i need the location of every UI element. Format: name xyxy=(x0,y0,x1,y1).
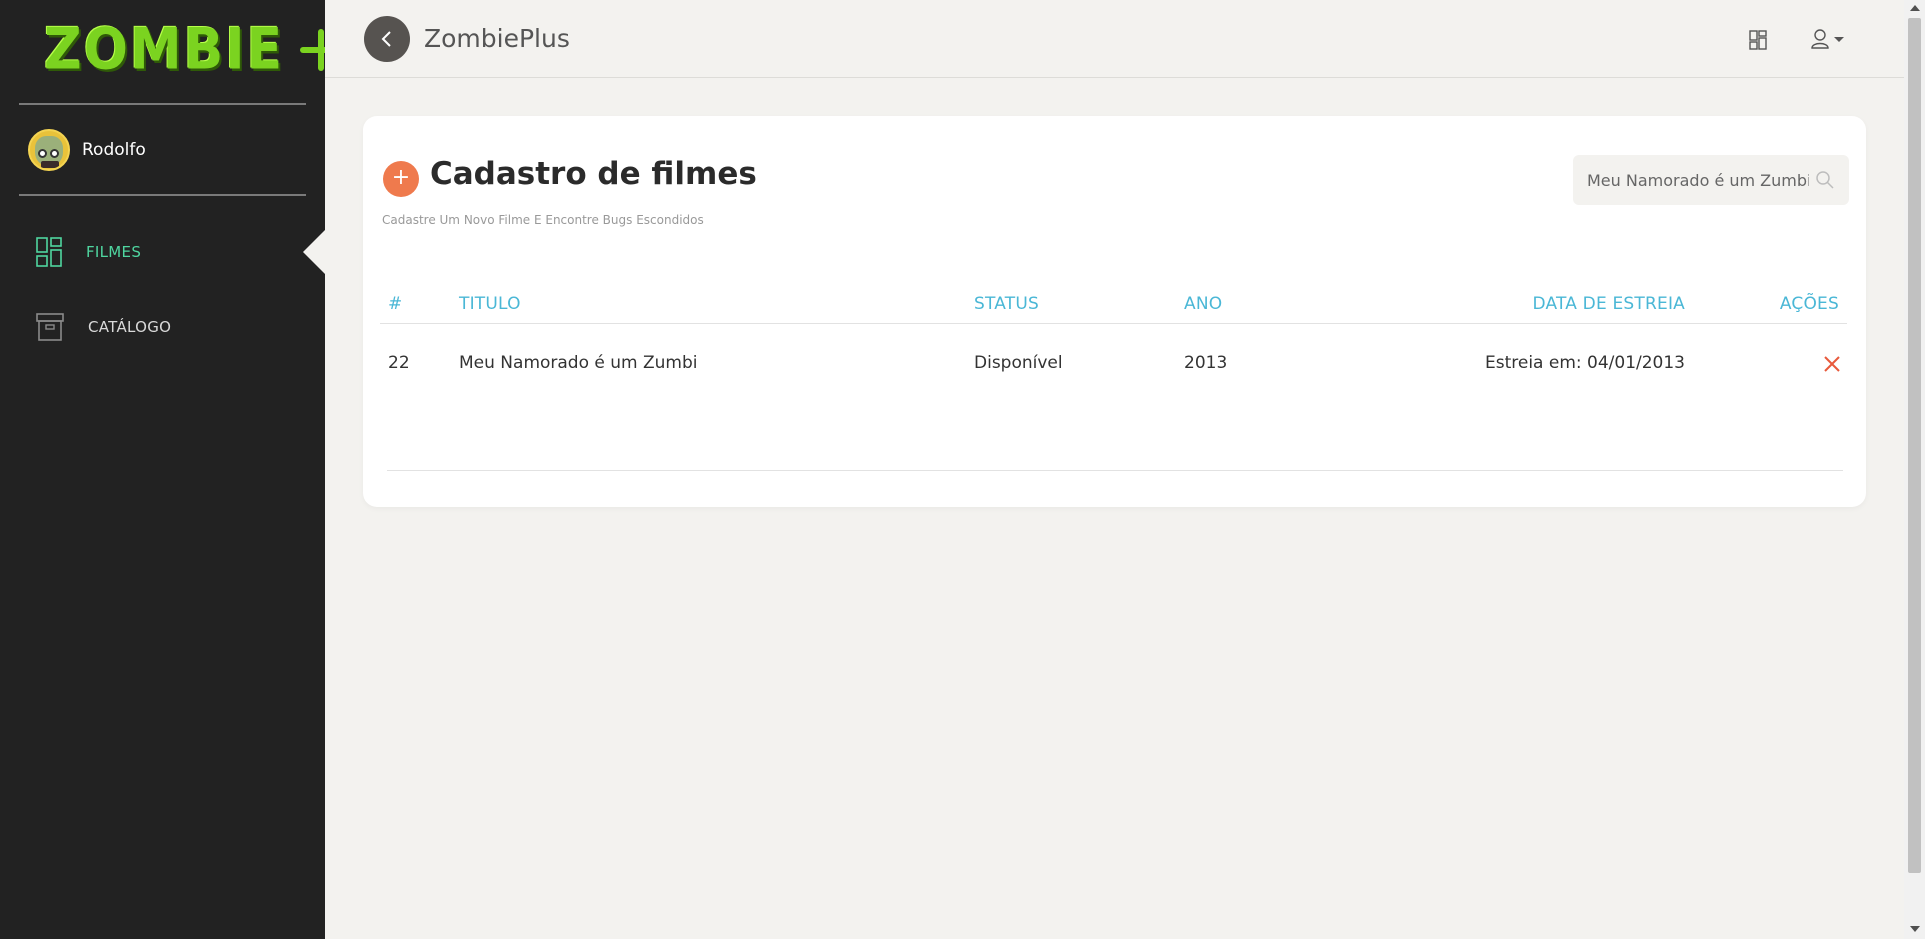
column-header-status: STATUS xyxy=(974,294,1039,314)
scroll-thumb[interactable] xyxy=(1908,18,1921,873)
sidebar-item-label: FILMES xyxy=(86,243,142,261)
active-indicator xyxy=(303,230,325,274)
column-header-release-date: DATA DE ESTREIA xyxy=(1532,294,1685,314)
scroll-down-arrow-icon[interactable] xyxy=(1910,926,1920,932)
add-movie-button[interactable]: + xyxy=(383,161,419,197)
back-button[interactable] xyxy=(364,16,410,62)
sidebar: ZOMBIE Rodolfo FILMES CATÁLOGO xyxy=(0,0,343,939)
top-bar: ZombiePlus xyxy=(325,0,1904,78)
column-header-title: TITULO xyxy=(459,294,521,314)
column-header-id: # xyxy=(388,294,403,314)
archive-box-icon xyxy=(36,313,64,341)
user-profile: Rodolfo xyxy=(28,128,146,172)
movies-card: + Cadastro de filmes Cadastre Um Novo Fi… xyxy=(363,116,1866,507)
user-icon xyxy=(1811,29,1829,49)
page-scrollbar[interactable] xyxy=(1904,0,1925,939)
cell-status: Disponível xyxy=(974,353,1063,373)
card-subtitle: Cadastre Um Novo Filme E Encontre Bugs E… xyxy=(382,213,704,227)
page-title: ZombiePlus xyxy=(424,24,570,53)
sidebar-item-label: CATÁLOGO xyxy=(88,318,172,336)
zombieplus-logo[interactable]: ZOMBIE xyxy=(44,16,343,84)
delete-icon[interactable] xyxy=(1822,354,1842,374)
caret-down-icon xyxy=(1834,36,1844,42)
dashboard-grid-icon xyxy=(1749,30,1767,50)
card-title: Cadastro de filmes xyxy=(430,156,757,192)
scroll-up-arrow-icon[interactable] xyxy=(1910,5,1920,11)
cell-title: Meu Namorado é um Zumbi xyxy=(459,353,698,373)
search-icon[interactable] xyxy=(1815,170,1835,190)
zombie-face-icon xyxy=(35,136,63,168)
app-root: ZOMBIE Rodolfo FILMES CATÁLOGO ZombiePlu… xyxy=(0,0,1925,939)
sidebar-divider-bottom xyxy=(19,194,306,196)
avatar xyxy=(28,129,70,171)
cell-year: 2013 xyxy=(1184,353,1228,373)
table-row: 22 Meu Namorado é um Zumbi Disponível 20… xyxy=(380,324,1847,396)
table-footer-divider xyxy=(387,470,1843,471)
sidebar-divider-top xyxy=(19,103,306,105)
user-menu-dropdown[interactable] xyxy=(1810,28,1844,50)
logo-text: ZOMBIE xyxy=(44,17,285,83)
sidebar-item-filmes[interactable]: FILMES xyxy=(36,234,141,270)
search-input[interactable] xyxy=(1587,170,1809,190)
search-box xyxy=(1573,155,1849,205)
cell-id: 22 xyxy=(388,353,410,373)
column-header-year: ANO xyxy=(1184,294,1223,314)
column-header-actions: AÇÕES xyxy=(1779,294,1839,314)
sidebar-item-catalogo[interactable]: CATÁLOGO xyxy=(36,309,171,345)
chevron-left-icon xyxy=(381,31,391,47)
layout-toggle-button[interactable] xyxy=(1749,30,1767,54)
cell-release-date: Estreia em: 04/01/2013 xyxy=(1484,353,1685,373)
dashboard-grid-icon xyxy=(36,237,62,267)
plus-icon: + xyxy=(391,165,411,190)
table-header: # TITULO STATUS ANO DATA DE ESTREIA AÇÕE… xyxy=(380,284,1847,324)
user-name: Rodolfo xyxy=(82,140,146,160)
